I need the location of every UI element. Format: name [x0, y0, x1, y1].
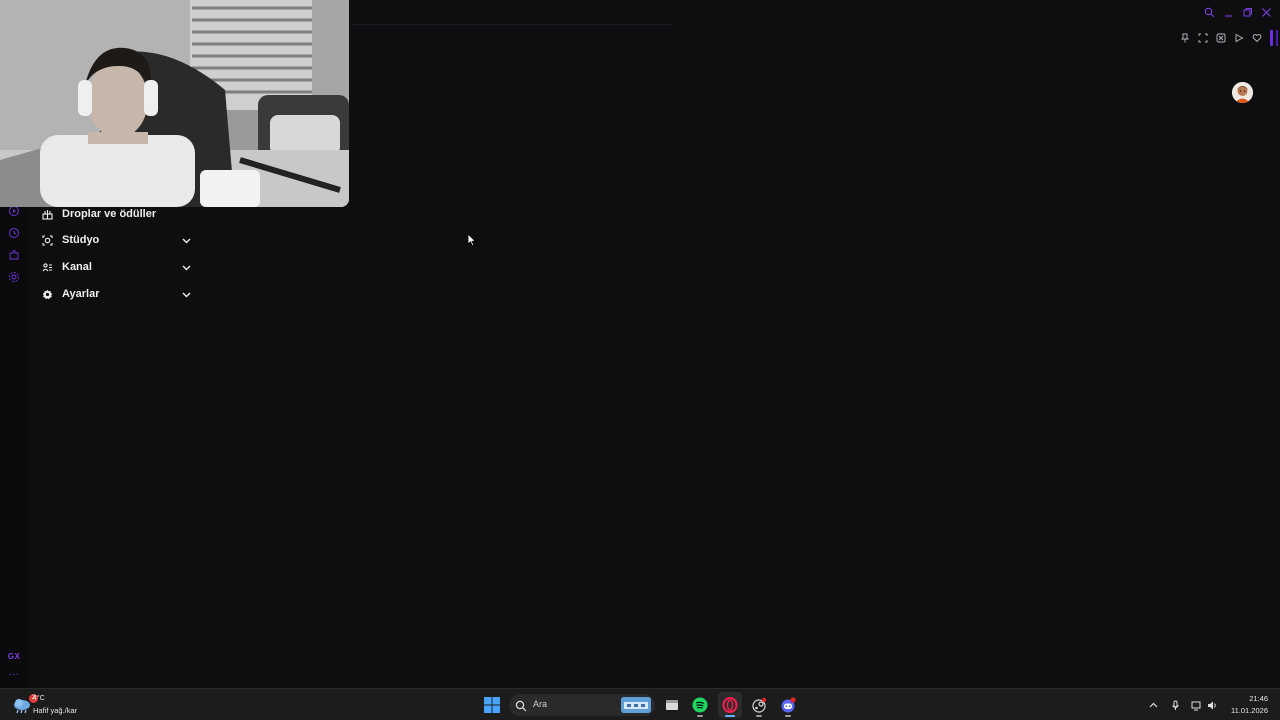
running-indicator [756, 715, 762, 717]
address-divider [350, 24, 672, 25]
extensions-icon[interactable] [6, 247, 22, 263]
page-tools [1178, 30, 1264, 46]
more-icon[interactable]: ··· [0, 670, 28, 680]
weather-widget[interactable]: 2 4°C Hafif yağ./kar [10, 693, 100, 717]
running-indicator [785, 715, 791, 717]
mouse-cursor-icon [467, 233, 477, 247]
clock-date: 11.01.2026 [1231, 706, 1268, 715]
channel-icon [40, 260, 54, 274]
restore-icon[interactable] [1240, 4, 1255, 20]
search-icon [515, 699, 527, 712]
menu-item-label: Stüdyo [62, 234, 100, 246]
webcam-overlay [0, 0, 349, 207]
play-icon[interactable] [1232, 30, 1246, 46]
search-highlight-image [621, 697, 651, 713]
window-controls [1202, 4, 1274, 20]
taskbar: 2 4°C Hafif yağ./kar Ara 21:46 11.01.202… [0, 688, 1280, 720]
chevron-down-icon[interactable] [179, 233, 193, 247]
chevron-down-icon[interactable] [179, 287, 193, 301]
history-icon[interactable] [6, 225, 22, 241]
search-placeholder: Ara [533, 699, 548, 709]
clock-time: 21:46 [1249, 694, 1268, 703]
heart-icon[interactable] [1250, 30, 1264, 46]
menu-item-settings[interactable]: Ayarlar [35, 282, 195, 306]
file-manager-icon[interactable] [660, 692, 684, 718]
discord-icon[interactable] [776, 692, 800, 718]
active-indicator [725, 715, 735, 717]
weather-desc: Hafif yağ./kar [33, 706, 78, 715]
volume-icon[interactable] [1205, 698, 1219, 712]
taskbar-search[interactable]: Ara [509, 694, 655, 716]
weather-temp: 4°C [33, 695, 45, 702]
gear-icon [40, 287, 54, 301]
close-icon[interactable] [1259, 4, 1274, 20]
opera-gx-icon[interactable] [718, 692, 742, 718]
steam-icon[interactable] [747, 692, 771, 718]
minimize-icon[interactable] [1221, 4, 1236, 20]
search-icon[interactable] [1202, 4, 1217, 20]
shield-icon[interactable] [1214, 30, 1228, 46]
pin-icon[interactable] [1178, 30, 1192, 46]
sidebar-accent [1270, 30, 1273, 46]
settings-icon[interactable] [6, 269, 22, 285]
menu-item-label: Ayarlar [62, 288, 100, 300]
menu-item-studio[interactable]: Stüdyo [35, 228, 195, 252]
menu-item-label: Droplar ve ödüller [62, 208, 157, 220]
windows-start-icon[interactable] [480, 692, 504, 718]
microphone-icon[interactable] [1168, 698, 1182, 712]
chevron-down-icon[interactable] [179, 260, 193, 274]
menu-item-label: Kanal [62, 261, 92, 273]
menu-item-drops[interactable]: Droplar ve ödüller [35, 202, 195, 226]
clock[interactable]: 21:46 11.01.2026 [1231, 694, 1268, 715]
studio-icon [40, 233, 54, 247]
sidebar-accent-secondary [1276, 30, 1278, 46]
running-indicator [697, 715, 703, 717]
gx-label[interactable]: GX [0, 652, 28, 661]
menu-item-channel[interactable]: Kanal [35, 255, 195, 279]
snapshot-icon[interactable] [1196, 30, 1210, 46]
spotify-icon[interactable] [688, 692, 712, 718]
chevron-up-icon[interactable] [1146, 698, 1160, 712]
avatar[interactable] [1232, 82, 1253, 103]
network-icon[interactable] [1189, 698, 1203, 712]
gift-icon [40, 207, 54, 221]
